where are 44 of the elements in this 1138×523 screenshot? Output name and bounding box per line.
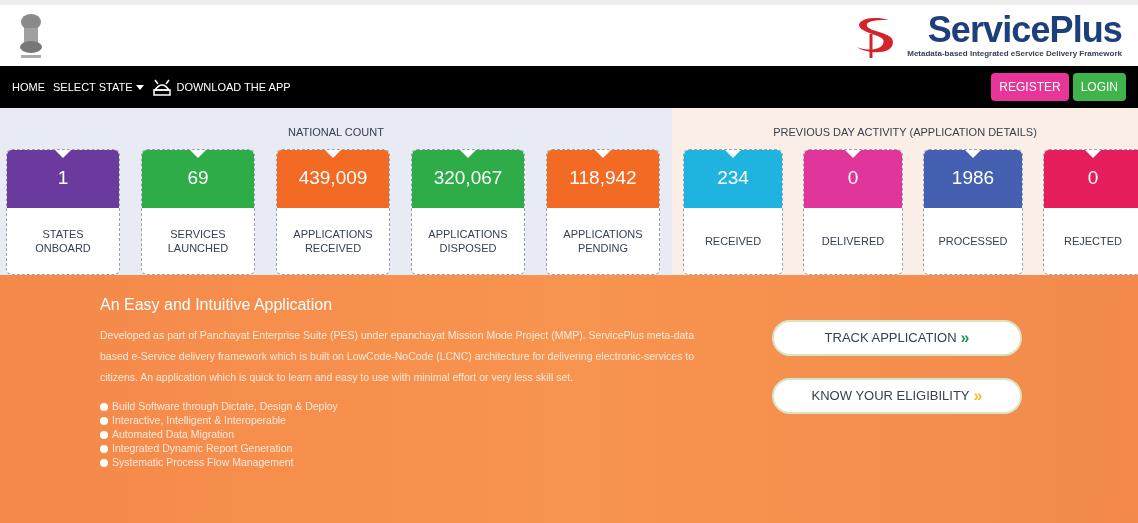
stat-label: DELIVERED bbox=[820, 233, 886, 249]
register-button[interactable]: REGISTER bbox=[991, 73, 1069, 101]
feature-item: Systematic Process Flow Management bbox=[112, 455, 294, 471]
stat-label: PROCESSED bbox=[937, 233, 1009, 249]
nav-link[interactable]: HOME bbox=[12, 78, 45, 96]
stat-label: RECEIVED bbox=[703, 233, 763, 249]
bullet-icon bbox=[100, 459, 108, 467]
stat-label: SERVICES LAUNCHED bbox=[166, 226, 230, 256]
logo-name: ServicePlus bbox=[927, 11, 1122, 48]
caret-icon bbox=[136, 84, 145, 90]
stat-value: 0 bbox=[1044, 149, 1138, 208]
android-icon bbox=[152, 78, 173, 96]
bullet-icon bbox=[100, 445, 108, 453]
stat-label: APPLICATIONS PENDING bbox=[562, 226, 644, 256]
bullet-icon bbox=[100, 403, 108, 411]
nav-link[interactable]: DOWNLOAD THE APP bbox=[176, 78, 291, 96]
stat-value: 439,009 bbox=[277, 149, 389, 208]
feature-item: Automated Data Migration bbox=[112, 427, 234, 443]
nav-link[interactable]: SELECT STATE bbox=[53, 78, 133, 96]
action-button[interactable]: KNOW YOUR ELIGIBILITY » bbox=[772, 378, 1022, 414]
section-title: NATIONAL COUNT bbox=[288, 125, 384, 140]
stat-label: APPLICATIONS DISPOSED bbox=[427, 226, 509, 256]
feature-item: Integrated Dynamic Report Generation bbox=[112, 441, 293, 457]
stat-value: 234 bbox=[684, 149, 782, 208]
bullet-icon bbox=[100, 431, 108, 439]
stat-value: 320,067 bbox=[412, 149, 524, 208]
chevron-icon: » bbox=[973, 384, 983, 408]
intro-heading: An Easy and Intuitive Application bbox=[100, 295, 334, 315]
intro-paragraph: Developed as part of Panchayat Enterprise Suite (PES) under epanchayat Mission Mode Project (MMP). ServicePlus meta-data based e-Service delivery framework which is built on LowCode-NoCode (LCNC) architecture for delivering electronic-services to citizens. An application which is quick to learn and easy to use with minimal effort or very less skill set. bbox=[100, 328, 696, 385]
stat-label: STATES ONBOARD bbox=[34, 226, 92, 256]
stat-value: 1986 bbox=[924, 149, 1022, 208]
chevron-icon: » bbox=[960, 326, 970, 350]
stat-value: 118,942 bbox=[547, 149, 659, 208]
section-title: PREVIOUS DAY ACTIVITY (APPLICATION DETAILS) bbox=[773, 125, 1037, 140]
stat-label: REJECTED bbox=[1062, 233, 1124, 249]
feature-item: Build Software through Dictate, Design & Deploy bbox=[112, 399, 338, 415]
stat-value: 0 bbox=[804, 149, 902, 208]
stat-label: APPLICATIONS RECEIVED bbox=[292, 226, 374, 256]
bullet-icon bbox=[100, 417, 108, 425]
stat-value: 69 bbox=[142, 149, 254, 208]
stat-value: 1 bbox=[7, 149, 119, 208]
logo-tagline: Metadata-based Integrated eService Delivery Framework bbox=[907, 47, 1122, 60]
action-button[interactable]: TRACK APPLICATION » bbox=[772, 320, 1022, 356]
feature-item: Interactive, Intelligent & Interoperable bbox=[112, 413, 286, 429]
